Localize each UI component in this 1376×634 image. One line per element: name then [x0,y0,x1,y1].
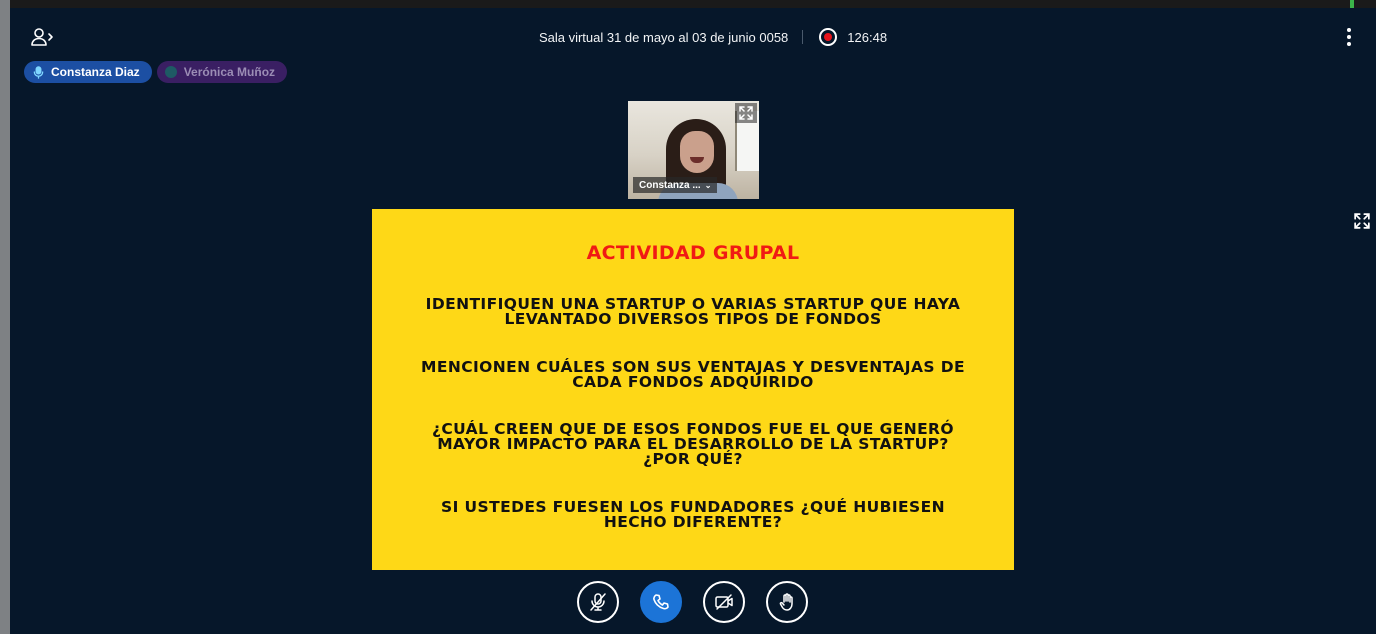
slide-question: MENCIONEN CUÁLES SON SUS VENTAJAS Y DESV… [421,358,965,391]
expand-icon[interactable] [735,103,757,123]
webcam-user-name[interactable]: Constanza ... ⌄ [633,177,718,193]
microphone-off-icon [590,593,606,611]
action-bar [577,581,808,623]
mute-microphone-button[interactable] [577,581,619,623]
slide-question: IDENTIFIQUEN UNA STARTUP O VARIAS STARTU… [425,295,961,328]
top-edge-strip [10,0,1376,8]
presentation-slide: ACTIVIDAD GRUPAL IDENTIFIQUEN UNA STARTU… [372,209,1014,570]
room-title: Sala virtual 31 de mayo al 03 de junio 0… [538,29,789,45]
recording-indicator-icon[interactable] [819,28,838,46]
more-vertical-icon[interactable] [1344,28,1354,46]
hand-icon [779,593,793,611]
talker-veronica-munoz[interactable]: Verónica Muñoz [156,61,288,83]
webcam-person-face [680,131,714,173]
expand-icon[interactable] [1352,212,1372,230]
top-accent [1350,0,1354,8]
slide-question: ¿CUÁL CREEN QUE DE ESOS FONDOS FUE EL QU… [432,420,954,468]
header-divider [802,30,804,44]
chevron-down-icon: ⌄ [704,180,712,190]
phone-icon [653,594,669,610]
talker-name: Verónica Muñoz [183,65,276,79]
webcam-video-tile[interactable]: Constanza ... ⌄ [628,101,759,199]
talking-indicator-list: Constanza Diaz Verónica Muñoz [24,61,288,83]
left-edge-strip [0,0,10,634]
session-header: Sala virtual 31 de mayo al 03 de junio 0… [10,27,1376,47]
slide-title: ACTIVIDAD GRUPAL [586,242,800,264]
recording-timer: 126:48 [847,29,888,45]
webcam-name-label: Constanza ... [639,179,701,191]
raise-hand-button[interactable] [766,581,808,623]
leave-audio-button[interactable] [640,581,682,623]
meeting-window: Sala virtual 31 de mayo al 03 de junio 0… [10,8,1376,634]
avatar-dot [164,66,177,78]
camera-off-icon [715,594,733,610]
share-camera-button[interactable] [703,581,745,623]
slide-question: SI USTEDES FUESEN LOS FUNDADORES ¿QUÉ HU… [441,498,945,531]
talker-constanza-diaz[interactable]: Constanza Diaz [24,61,152,83]
microphone-icon [33,65,44,79]
talker-name: Constanza Diaz [51,65,140,79]
